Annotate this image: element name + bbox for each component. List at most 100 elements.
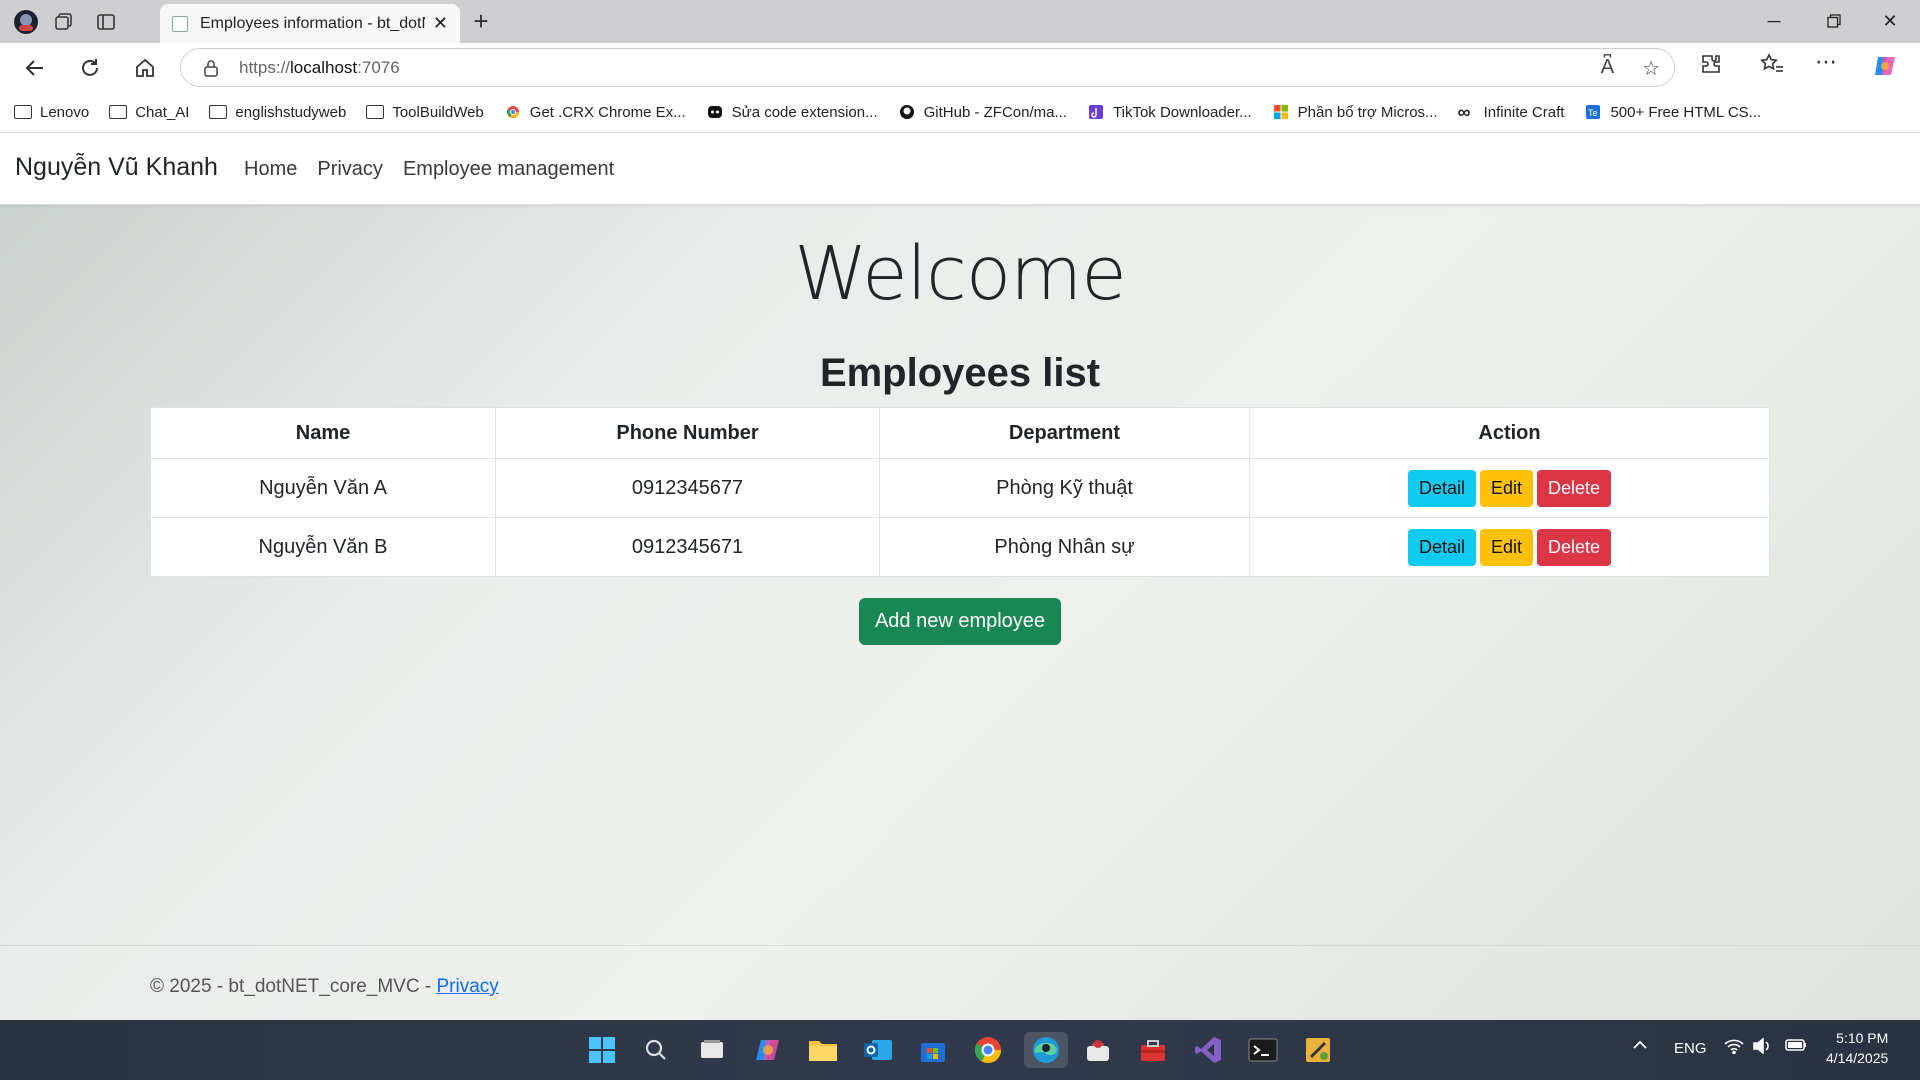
workspaces-icon[interactable]	[50, 8, 78, 36]
page-favicon-icon	[172, 15, 188, 32]
svg-text:Te: Te	[1588, 108, 1598, 118]
bookmark-item[interactable]: GitHub - ZFCon/ma...	[898, 104, 1067, 121]
employees-table: Name Phone Number Department Action Nguy…	[150, 407, 1770, 577]
employees-list-title: Employees list	[819, 351, 1101, 395]
delete-button[interactable]: Delete	[1537, 469, 1612, 507]
profile-avatar-icon[interactable]	[12, 8, 40, 36]
browser-chrome: Employees information - bt_dotNET_core_M…	[0, 0, 1920, 133]
copilot-taskbar-icon[interactable]	[750, 1032, 786, 1068]
more-options-icon[interactable]: ⋯	[1815, 49, 1837, 75]
nav-link-employee-management[interactable]: Employee management	[403, 158, 614, 181]
delete-button[interactable]: Delete	[1537, 528, 1612, 566]
employee-name: Nguyễn Văn A	[150, 458, 496, 518]
table-row: Nguyễn Văn A 0912345677 Phòng Kỹ thuật D…	[150, 458, 1770, 518]
terminal-icon[interactable]	[1245, 1032, 1281, 1068]
welcome-heading: Welcome	[794, 231, 1126, 317]
bookmark-item[interactable]: TikTok Downloader...	[1087, 104, 1252, 121]
extensions-icon[interactable]	[1700, 53, 1722, 81]
bookmark-item[interactable]: Te 500+ Free HTML CS...	[1584, 104, 1761, 121]
folder-icon	[109, 105, 128, 119]
close-window-button[interactable]: ✕	[1870, 6, 1910, 36]
bookmark-item[interactable]: Chat_AI	[109, 104, 189, 121]
nav-links: Home Privacy Employee management	[244, 158, 614, 181]
language-indicator[interactable]: ENG	[1674, 1040, 1707, 1057]
clock-time: 5:10 PM	[1836, 1030, 1889, 1046]
bookmark-item[interactable]: englishstudyweb	[209, 104, 346, 121]
chrome-icon	[506, 106, 519, 118]
vertical-tabs-icon[interactable]	[92, 8, 120, 36]
action-cell: Detail Edit Delete	[1249, 517, 1770, 577]
lock-icon[interactable]	[203, 59, 219, 77]
folder-icon	[209, 105, 228, 119]
visual-studio-icon[interactable]	[1190, 1032, 1226, 1068]
employee-department: Phòng Nhân sự	[879, 517, 1250, 577]
action-cell: Detail Edit Delete	[1249, 458, 1770, 518]
nav-link-home[interactable]: Home	[244, 158, 297, 181]
file-explorer-icon[interactable]	[805, 1032, 841, 1068]
start-button-icon[interactable]	[584, 1032, 620, 1068]
detail-button[interactable]: Detail	[1407, 528, 1476, 566]
favorite-star-icon[interactable]: ☆	[1642, 56, 1660, 81]
microsoft-store-icon[interactable]	[915, 1032, 951, 1068]
favorites-icon[interactable]	[1760, 53, 1784, 81]
volume-icon[interactable]	[1752, 1037, 1772, 1058]
outlook-icon[interactable]	[860, 1032, 896, 1068]
edit-button[interactable]: Edit	[1479, 528, 1534, 566]
read-aloud-icon[interactable]: A͆	[1601, 56, 1614, 81]
new-tab-button[interactable]: +	[466, 6, 496, 37]
paint-tool-icon[interactable]	[1300, 1032, 1336, 1068]
home-button[interactable]	[130, 53, 160, 83]
site-navbar: Nguyễn Vũ Khanh Home Privacy Employee ma…	[0, 133, 1920, 205]
bookmark-item[interactable]: Sửa code extension...	[706, 104, 878, 121]
bookmarks-bar: Lenovo Chat_AI englishstudyweb ToolBuild…	[0, 92, 1920, 133]
bookmark-item[interactable]: ToolBuildWeb	[366, 104, 484, 121]
minimize-button[interactable]: ─	[1754, 6, 1794, 36]
bookmark-item[interactable]: Phần bổ trợ Micros...	[1272, 104, 1438, 121]
browser-tab-active[interactable]: Employees information - bt_dotNET_core_M…	[160, 4, 460, 43]
address-bar[interactable]: https://localhost:7076 A͆ ☆	[180, 48, 1675, 87]
battery-icon[interactable]	[1785, 1038, 1807, 1056]
search-icon[interactable]	[638, 1032, 674, 1068]
windows-taskbar: ENG 5:10 PM 4/14/2025	[0, 1020, 1920, 1080]
clock-date: 4/14/2025	[1826, 1050, 1889, 1066]
web-page: Nguyễn Vũ Khanh Home Privacy Employee ma…	[0, 133, 1920, 1020]
close-tab-icon[interactable]: ✕	[433, 13, 448, 34]
detail-button[interactable]: Detail	[1407, 469, 1476, 507]
task-view-icon[interactable]	[694, 1032, 730, 1068]
edit-button[interactable]: Edit	[1479, 469, 1534, 507]
te-icon: Te	[1586, 105, 1601, 119]
edge-taskbar-icon[interactable]	[1024, 1032, 1068, 1068]
employee-name: Nguyễn Văn B	[150, 517, 496, 577]
microsoft-icon	[1273, 105, 1288, 119]
bookmark-item[interactable]: Lenovo	[14, 104, 89, 121]
wifi-icon[interactable]	[1724, 1038, 1744, 1058]
copilot-icon[interactable]	[1872, 53, 1898, 85]
tiktok-icon	[1089, 105, 1103, 119]
site-footer: © 2025 - bt_dotNET_core_MVC - Privacy	[0, 945, 1920, 997]
column-header-department: Department	[879, 407, 1250, 459]
system-clock[interactable]: 5:10 PM 4/14/2025	[1826, 1028, 1888, 1068]
restore-button[interactable]	[1814, 6, 1854, 36]
tab-strip: Employees information - bt_dotNET_core_M…	[0, 0, 1920, 43]
show-hidden-icons-icon[interactable]	[1632, 1038, 1648, 1055]
table-header-row: Name Phone Number Department Action	[150, 407, 1770, 459]
employee-phone: 0912345671	[495, 517, 880, 577]
url-text[interactable]: https://localhost:7076	[239, 58, 400, 78]
app-icon-red[interactable]	[1080, 1032, 1116, 1068]
nav-link-privacy[interactable]: Privacy	[317, 158, 383, 181]
bookmark-item[interactable]: ∞ Infinite Craft	[1457, 102, 1565, 122]
footer-privacy-link[interactable]: Privacy	[436, 976, 498, 997]
infinity-icon: ∞	[1457, 102, 1471, 122]
add-new-employee-button[interactable]: Add new employee	[859, 598, 1061, 645]
refresh-button[interactable]	[75, 53, 105, 83]
bookmark-item[interactable]: Get .CRX Chrome Ex...	[504, 104, 686, 121]
column-header-action: Action	[1249, 407, 1770, 459]
folder-icon	[14, 105, 32, 119]
site-brand[interactable]: Nguyễn Vũ Khanh	[15, 153, 218, 182]
employee-phone: 0912345677	[495, 458, 880, 518]
employee-department: Phòng Kỹ thuật	[879, 458, 1250, 518]
back-button[interactable]	[20, 53, 50, 83]
toolbox-icon[interactable]	[1135, 1032, 1171, 1068]
folder-icon	[366, 105, 385, 119]
chrome-taskbar-icon[interactable]	[970, 1032, 1006, 1068]
